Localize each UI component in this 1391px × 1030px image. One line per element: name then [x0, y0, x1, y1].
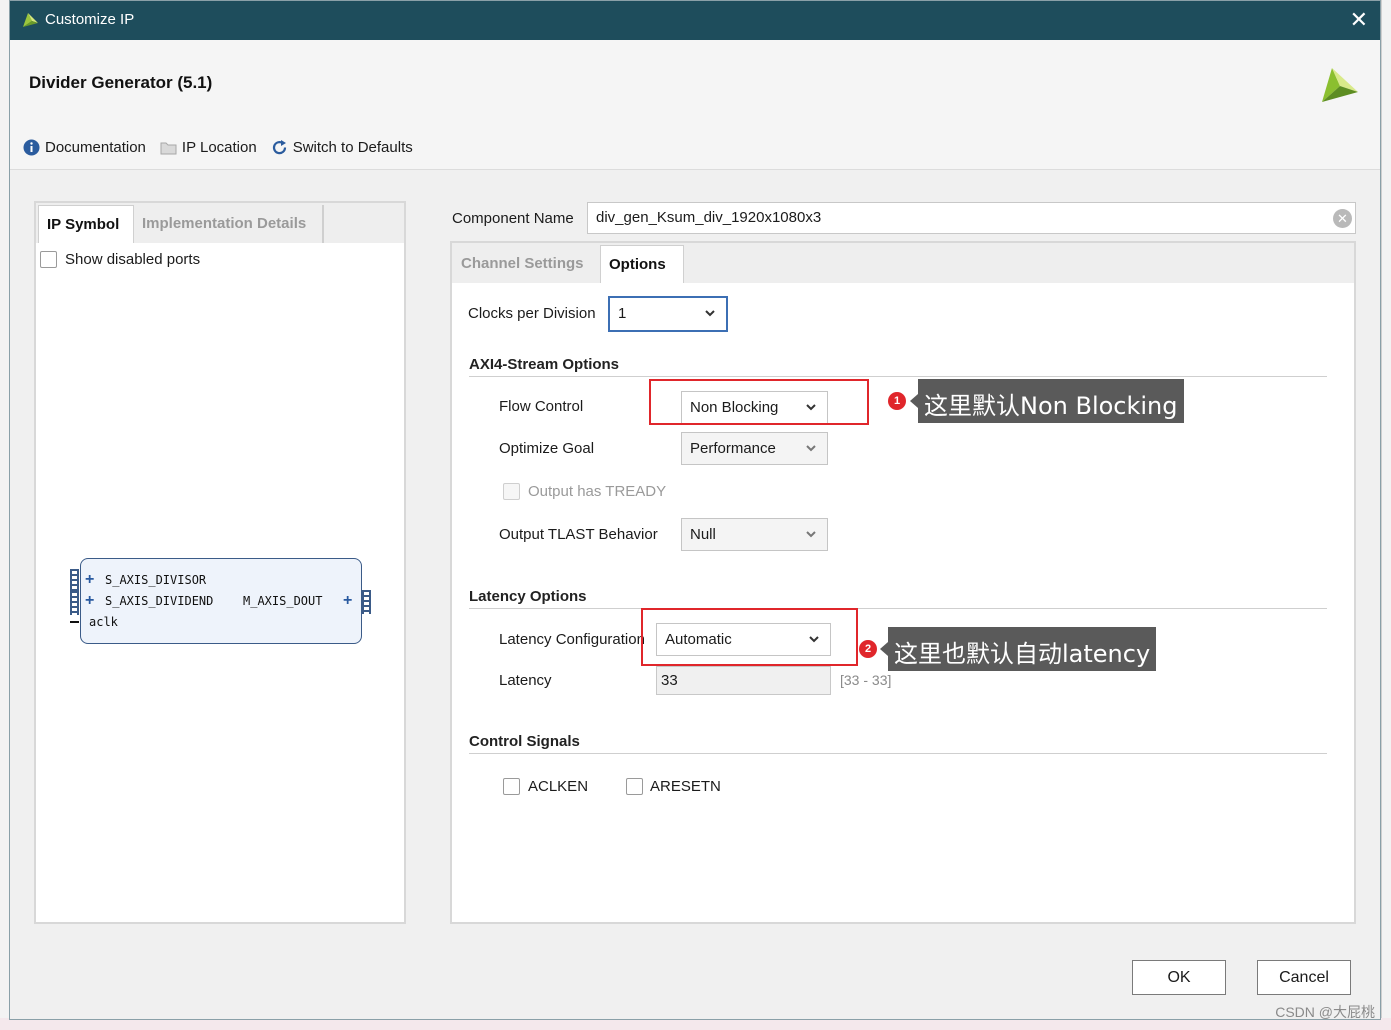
ip-heading: Divider Generator (5.1): [29, 73, 213, 92]
watermark: CSDN @大屁桃: [1275, 1004, 1375, 1020]
optimize-goal-select[interactable]: Performance: [681, 432, 828, 465]
latency-configuration-highlight: [641, 608, 858, 666]
latency-divider: [469, 608, 1327, 609]
toolbar: Documentation IP Location Switch to Defa…: [23, 136, 427, 158]
clear-icon[interactable]: ✕: [1333, 209, 1352, 228]
optimize-goal-value: Performance: [690, 440, 776, 457]
vivado-logo-icon: [23, 13, 38, 27]
output-tlast-label: Output TLAST Behavior: [499, 526, 658, 543]
vivado-brand-icon: [1322, 68, 1358, 102]
divisor-expand-icon[interactable]: +: [85, 572, 94, 588]
left-tab-bar: IP Symbol Implementation Details: [36, 203, 404, 243]
title-bar[interactable]: Customize IP ✕: [10, 1, 1380, 40]
output-tlast-select[interactable]: Null: [681, 518, 828, 551]
cancel-button[interactable]: Cancel: [1257, 960, 1351, 995]
latency-configuration-label: Latency Configuration: [499, 631, 645, 648]
chevron-down-icon: [806, 445, 816, 452]
output-tlast-value: Null: [690, 526, 716, 543]
annotation-callout-1: 这里默认Non Blocking: [910, 379, 1184, 423]
refresh-icon: [272, 139, 286, 154]
component-name-value: div_gen_Ksum_div_1920x1080x3: [596, 209, 822, 226]
show-disabled-ports-label: Show disabled ports: [65, 251, 201, 268]
tab-channel-settings[interactable]: Channel Settings: [453, 245, 600, 283]
aresetn-label: ARESETN: [650, 778, 721, 795]
documentation-label: Documentation: [45, 138, 146, 156]
port-m-axis-dout: M_AXIS_DOUT: [243, 594, 323, 608]
aclken-checkbox[interactable]: [503, 778, 520, 795]
port-s-axis-divisor: S_AXIS_DIVISOR: [105, 573, 207, 587]
close-icon[interactable]: ✕: [1350, 7, 1368, 33]
ok-button[interactable]: OK: [1132, 960, 1226, 995]
ip-block-symbol: + S_AXIS_DIVISOR + S_AXIS_DIVIDEND aclk …: [80, 558, 362, 644]
chevron-down-icon: [705, 310, 715, 317]
divisor-bus-icon: [70, 569, 79, 593]
clocks-per-division-value: 1: [618, 305, 627, 322]
control-signals-section-title: Control Signals: [469, 733, 580, 750]
latency-value: 33: [661, 672, 678, 689]
tab-ip-symbol[interactable]: IP Symbol: [38, 205, 134, 243]
latency-range: [33 - 33]: [840, 672, 892, 688]
tab-options[interactable]: Options: [600, 245, 684, 283]
annotation-badge-1: 1: [888, 392, 906, 410]
aclk-pin-icon: [70, 621, 79, 623]
switch-defaults-button[interactable]: Switch to Defaults: [271, 139, 413, 156]
dividend-expand-icon[interactable]: +: [85, 593, 94, 609]
configuration-area: Component Name div_gen_Ksum_div_1920x108…: [450, 201, 1356, 924]
annotation-badge-2: 2: [859, 640, 877, 658]
latency-section-title: Latency Options: [469, 588, 587, 605]
settings-tabs-panel: Channel Settings Options Clocks per Divi…: [450, 241, 1356, 924]
port-aclk: aclk: [89, 615, 118, 629]
show-disabled-ports-checkbox[interactable]: [40, 251, 57, 268]
clocks-per-division-label: Clocks per Division: [468, 305, 596, 322]
optimize-goal-label: Optimize Goal: [499, 440, 595, 457]
ip-symbol-panel: IP Symbol Implementation Details Show di…: [34, 201, 406, 924]
aclken-label: ACLKEN: [528, 778, 589, 795]
background-window-right: [1381, 0, 1391, 1030]
switch-defaults-label: Switch to Defaults: [292, 138, 413, 156]
folder-icon: [160, 142, 177, 154]
show-disabled-ports-option[interactable]: Show disabled ports: [40, 251, 200, 268]
output-has-tready-checkbox: [503, 483, 520, 500]
ip-location-button[interactable]: IP Location: [160, 139, 257, 156]
window-title: Customize IP: [45, 11, 135, 28]
latency-label: Latency: [499, 672, 552, 689]
dividend-bus-icon: [70, 591, 79, 615]
axi4-stream-divider: [469, 376, 1327, 377]
tab-implementation-details[interactable]: Implementation Details: [134, 205, 324, 243]
component-name-label: Component Name: [452, 210, 574, 227]
documentation-button[interactable]: Documentation: [23, 139, 146, 156]
info-icon: [23, 139, 40, 155]
control-signals-divider: [469, 753, 1327, 754]
clocks-per-division-select[interactable]: 1: [608, 296, 728, 332]
aresetn-checkbox[interactable]: [626, 778, 643, 795]
dialog-header: Divider Generator (5.1) Documentation IP…: [10, 40, 1380, 170]
port-s-axis-dividend: S_AXIS_DIVIDEND: [105, 594, 214, 608]
settings-tab-bar: Channel Settings Options: [452, 243, 1354, 283]
chevron-down-icon: [806, 531, 816, 538]
dout-expand-icon[interactable]: +: [343, 593, 352, 609]
axi4-stream-section-title: AXI4-Stream Options: [469, 356, 620, 373]
customize-ip-dialog: Customize IP ✕ Divider Generator (5.1) D…: [9, 0, 1381, 1020]
component-name-input[interactable]: div_gen_Ksum_div_1920x1080x3 ✕: [587, 202, 1356, 234]
latency-input: 33: [656, 666, 831, 695]
output-has-tready-label: Output has TREADY: [528, 483, 667, 500]
dout-bus-icon: [362, 590, 371, 614]
flow-control-highlight: [649, 379, 869, 425]
flow-control-label: Flow Control: [499, 398, 584, 415]
ip-location-label: IP Location: [181, 138, 257, 156]
annotation-callout-2: 这里也默认自动latency: [879, 627, 1157, 671]
